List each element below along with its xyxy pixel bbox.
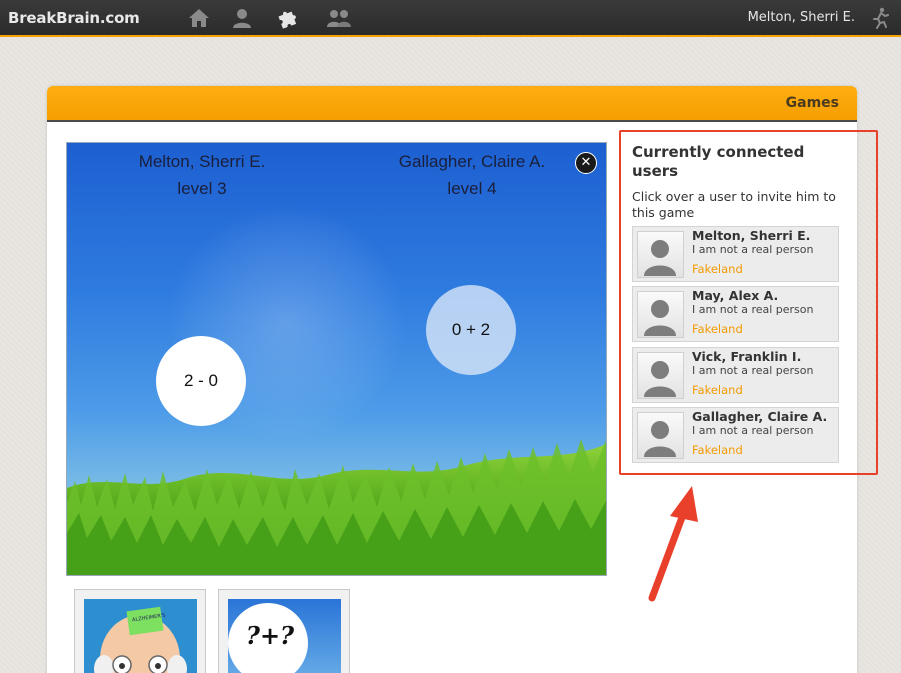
site-logo[interactable]: BreakBrain.com <box>8 9 140 27</box>
math-thumbnail-text: ?+? <box>245 621 295 650</box>
profile-icon[interactable] <box>230 7 254 29</box>
player2-level: level 4 <box>447 179 497 198</box>
player1-level: level 3 <box>177 179 227 198</box>
panel-header: Games <box>47 86 857 122</box>
close-game-button[interactable]: ✕ <box>575 152 597 174</box>
top-bar: BreakBrain.com Melton, Sherri E. <box>0 0 901 37</box>
home-icon[interactable] <box>187 7 211 29</box>
player1-name: Melton, Sherri E. <box>138 152 266 171</box>
panel-title: Games <box>785 95 839 111</box>
puzzle-icon[interactable] <box>277 7 301 29</box>
current-user-name[interactable]: Melton, Sherri E. <box>748 10 855 25</box>
annotation-arrow <box>648 486 698 602</box>
player2-name: Gallagher, Claire A. <box>398 152 546 171</box>
grass-field <box>67 439 606 575</box>
annotation-highlight-box <box>619 130 878 475</box>
friends-icon[interactable] <box>325 7 353 29</box>
math-game-image: ?+? <box>228 599 341 673</box>
brain-game-thumbnail[interactable]: ALZHEIMER'S <box>74 589 206 673</box>
running-man-icon[interactable] <box>870 7 890 29</box>
equation-bubble-right[interactable]: 0 + 2 <box>426 285 516 375</box>
brain-game-image: ALZHEIMER'S <box>84 599 197 673</box>
math-game-thumbnail[interactable]: ?+? <box>218 589 350 673</box>
game-area[interactable]: Melton, Sherri E. level 3 Gallagher, Cla… <box>66 142 607 576</box>
equation-bubble-left[interactable]: 2 - 0 <box>156 336 246 426</box>
